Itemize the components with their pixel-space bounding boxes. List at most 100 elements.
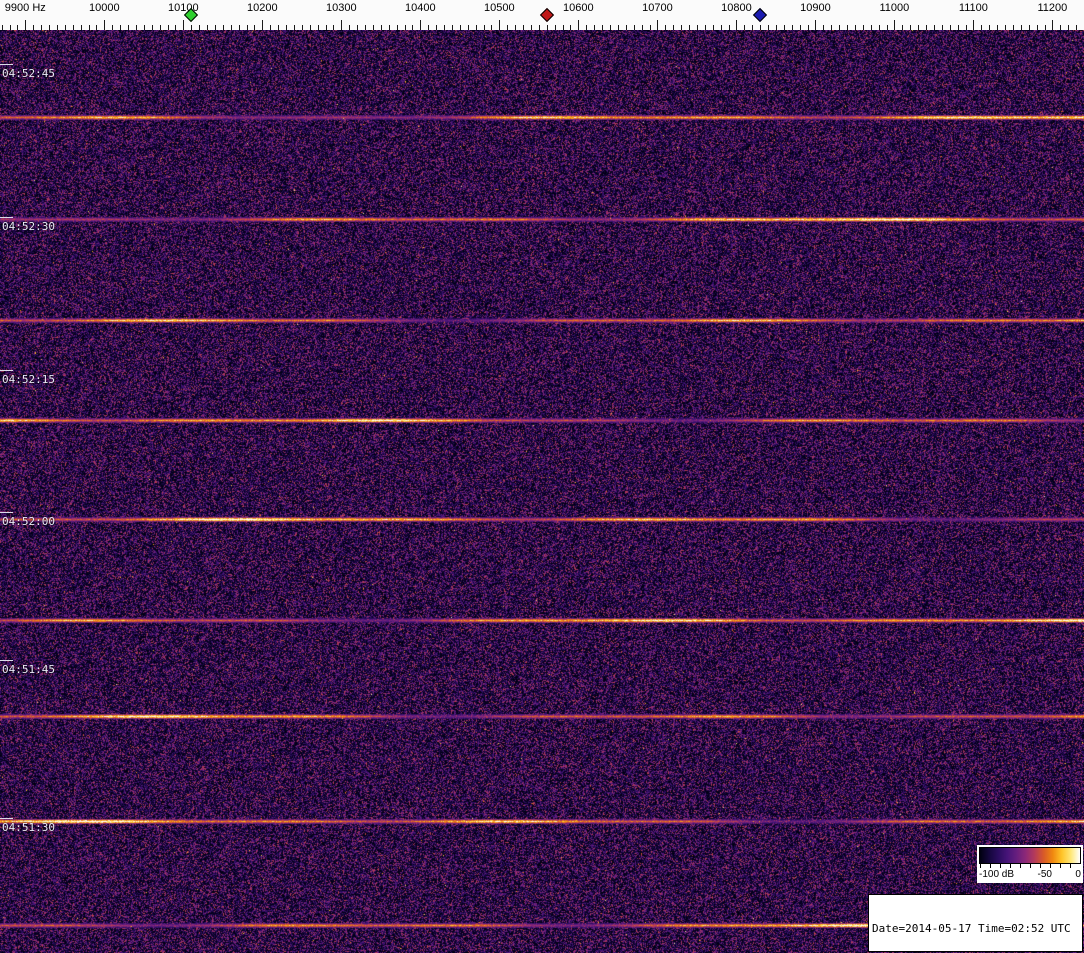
frequency-tick xyxy=(1060,25,1062,30)
frequency-tick xyxy=(128,25,129,30)
frequency-tick xyxy=(570,25,572,30)
frequency-tick xyxy=(736,20,738,30)
frequency-tick xyxy=(143,25,145,30)
frequency-tick xyxy=(910,25,912,30)
frequency-tick xyxy=(1076,25,1078,30)
frequency-tick xyxy=(633,25,635,30)
frequency-tick xyxy=(760,25,762,30)
frequency-tick xyxy=(151,25,153,30)
frequency-tick xyxy=(665,25,667,30)
frequency-tick xyxy=(207,25,208,30)
frequency-ruler[interactable]: 9900 Hz 10000 10100 10200 10300 10400 10500 106… xyxy=(0,0,1084,30)
frequency-tick xyxy=(1036,25,1038,30)
frequency-tick xyxy=(238,25,240,30)
frequency-tick xyxy=(854,25,856,30)
frequency-tick xyxy=(404,25,406,30)
db-colorbar-legend: -100 dB -50 0 xyxy=(977,845,1083,883)
frequency-tick xyxy=(293,25,295,30)
frequency-tick xyxy=(396,25,398,30)
frequency-label: 10600 xyxy=(563,2,594,14)
db-colorbar-gradient xyxy=(979,847,1081,864)
frequency-tick xyxy=(1044,25,1046,30)
frequency-tick xyxy=(1052,20,1054,30)
frequency-tick xyxy=(657,20,659,30)
frequency-tick xyxy=(483,25,485,30)
frequency-tick xyxy=(696,25,698,30)
frequency-tick xyxy=(459,25,461,30)
frequency-tick xyxy=(862,25,864,30)
frequency-tick xyxy=(451,25,453,30)
frequency-tick xyxy=(546,25,548,30)
frequency-tick xyxy=(475,25,477,30)
frequency-tick xyxy=(1012,25,1014,30)
frequency-tick xyxy=(704,25,706,30)
frequency-tick xyxy=(64,25,66,30)
frequency-tick xyxy=(649,25,651,30)
frequency-tick xyxy=(949,25,951,30)
frequency-tick xyxy=(412,25,414,30)
frequency-tick xyxy=(768,25,769,30)
frequency-tick xyxy=(752,25,754,30)
frequency-tick xyxy=(981,25,983,30)
frequency-tick xyxy=(357,25,359,30)
frequency-tick xyxy=(507,25,509,30)
frequency-tick xyxy=(831,25,833,30)
frequency-tick xyxy=(617,25,619,30)
frequency-tick xyxy=(286,25,287,30)
frequency-tick xyxy=(1020,25,1022,30)
frequency-tick xyxy=(775,25,777,30)
frequency-tick xyxy=(301,25,303,30)
info-box: Date=2014-05-17 Time=02:52 UTC Freq=143 … xyxy=(868,894,1083,952)
frequency-tick xyxy=(491,25,493,30)
frequency-label: 10400 xyxy=(405,2,436,14)
frequency-tick xyxy=(56,25,58,30)
frequency-tick xyxy=(602,25,603,30)
frequency-tick xyxy=(341,20,343,30)
frequency-tick xyxy=(246,25,248,30)
frequency-tick xyxy=(420,20,422,30)
frequency-tick xyxy=(997,25,999,30)
frequency-tick xyxy=(317,25,319,30)
frequency-label: 9900 Hz xyxy=(4,2,46,14)
frequency-tick xyxy=(712,25,714,30)
frequency-tick xyxy=(33,25,35,30)
frequency-tick xyxy=(586,25,588,30)
freq-marker-red[interactable] xyxy=(539,7,554,23)
frequency-tick xyxy=(728,25,730,30)
frequency-tick xyxy=(894,20,896,30)
freq-marker-blue[interactable] xyxy=(753,7,768,23)
legend-label-min: -100 dB xyxy=(979,869,1015,880)
frequency-tick xyxy=(309,25,311,30)
frequency-label: 10200 xyxy=(247,2,278,14)
frequency-tick xyxy=(870,25,872,30)
frequency-tick xyxy=(538,25,540,30)
frequency-tick xyxy=(25,20,27,30)
frequency-tick xyxy=(349,25,351,30)
frequency-tick xyxy=(388,25,390,30)
frequency-tick xyxy=(135,25,137,30)
frequency-tick xyxy=(926,25,927,30)
frequency-tick xyxy=(41,25,43,30)
frequency-tick xyxy=(681,25,683,30)
frequency-tick xyxy=(325,25,327,30)
frequency-label: 11200 xyxy=(1037,2,1068,14)
frequency-tick xyxy=(641,25,643,30)
frequency-tick xyxy=(88,25,90,30)
frequency-label: 11100 xyxy=(958,2,988,14)
frequency-tick xyxy=(372,25,374,30)
frequency-tick xyxy=(847,25,848,30)
db-colorbar-labels: -100 dB -50 0 xyxy=(977,868,1083,881)
frequency-tick xyxy=(791,25,793,30)
frequency-tick xyxy=(120,25,122,30)
frequency-tick xyxy=(444,25,445,30)
frequency-tick xyxy=(989,25,991,30)
frequency-label: 10300 xyxy=(326,2,357,14)
frequency-tick xyxy=(365,25,366,30)
frequency-tick xyxy=(199,25,201,30)
frequency-tick xyxy=(167,25,169,30)
frequency-tick xyxy=(823,25,825,30)
spectrogram-canvas[interactable] xyxy=(0,30,1084,953)
frequency-tick xyxy=(578,20,580,30)
frequency-tick xyxy=(380,25,382,30)
frequency-tick xyxy=(278,25,280,30)
